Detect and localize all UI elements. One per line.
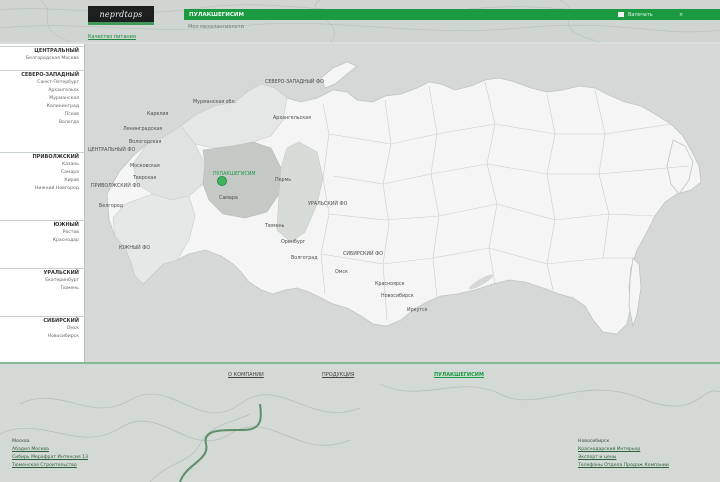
printer-icon — [618, 12, 624, 17]
page-subtitle: Мол мехалангиолоти — [188, 24, 244, 30]
nav-group-siberia: СИБИРСКИЙ Омск Новосибирск — [0, 316, 84, 341]
nav-item[interactable]: Омск — [0, 325, 84, 333]
tab-products[interactable]: ПРОДУКЦИЯ — [322, 372, 354, 378]
page-title-bar: ПУЛАКШЕГИСИМ Вапечать × — [184, 9, 720, 20]
nav-item[interactable]: Нижний Новгород — [0, 185, 84, 193]
footer-link[interactable]: Абадил Москва — [12, 446, 172, 454]
print-button[interactable]: Вапечать — [618, 11, 653, 18]
map-label[interactable]: Вологодская — [129, 140, 161, 145]
page-footer: О КОМПАНИИ ПРОДУКЦИЯ ПУЛАКШЕГИСИМ Москва… — [0, 362, 720, 482]
caspian-sea-shape — [184, 254, 198, 278]
nav-item[interactable]: Белгородская Москва — [0, 55, 84, 63]
tab-about[interactable]: О КОМПАНИИ — [228, 372, 264, 378]
map-label[interactable]: СИБИРСКИЙ ФО — [343, 252, 383, 257]
nav-group-south: ЮЖНЫЙ Ростов Краснодар — [0, 220, 84, 245]
nav-item[interactable]: Санкт-Петербург — [0, 79, 84, 87]
tab-regions[interactable]: ПУЛАКШЕГИСИМ — [434, 372, 484, 378]
map-label[interactable]: Самара — [219, 196, 238, 201]
map-label[interactable]: Пермь — [275, 178, 291, 183]
footer-link[interactable]: Тюменская Строительство — [12, 462, 172, 470]
nav-group-title[interactable]: СИБИРСКИЙ — [0, 316, 84, 325]
map-label[interactable]: Мурманская обл. — [193, 100, 236, 105]
logo-caption-link[interactable]: Качество питания — [88, 34, 136, 40]
map-label[interactable]: Омск — [335, 270, 348, 275]
nav-item[interactable]: Архангельск — [0, 87, 84, 95]
footer-link[interactable]: Телефоны Отдела Продаж Компании — [578, 462, 718, 470]
map-label[interactable]: Московская — [130, 164, 160, 169]
footer-link[interactable]: Экспорт и цены — [578, 454, 718, 462]
location-marker-icon[interactable] — [217, 176, 227, 186]
map-label[interactable]: УРАЛЬСКИЙ ФО — [308, 202, 347, 207]
footer-line: Новосибирск — [578, 439, 610, 444]
nav-group-volga: ПРИВОЛЖСКИЙ Казань Самара Киров Нижний Н… — [0, 152, 84, 193]
page-title: ПУЛАКШЕГИСИМ — [189, 11, 244, 18]
nav-item[interactable]: Казань — [0, 161, 84, 169]
nav-group-title[interactable]: ЮЖНЫЙ — [0, 220, 84, 229]
footer-contacts-left: Москва Абадил Москва Сибирь Мерафрат Инт… — [12, 438, 172, 470]
map-label[interactable]: Тверская — [133, 176, 156, 181]
footer-contacts-right: Новосибирск Краснодарский Интерьер Экспо… — [578, 438, 718, 470]
footer-link[interactable]: Краснодарский Интерьер — [578, 446, 718, 454]
map-label[interactable]: СЕВЕРО-ЗАПАДНЫЙ ФО — [265, 80, 324, 85]
map-label[interactable]: Белгород — [99, 204, 123, 209]
map-label[interactable]: ПРИВОЛЖСКИЙ ФО — [91, 184, 140, 189]
nav-item[interactable]: Калининград — [0, 103, 84, 111]
nav-group-northwest: СЕВЕРО-ЗАПАДНЫЙ Санкт-Петербург Архангел… — [0, 70, 84, 127]
map-label[interactable]: Тюмень — [265, 224, 285, 229]
close-icon[interactable]: × — [679, 11, 683, 18]
map-label[interactable]: Архангельская — [273, 116, 311, 121]
map-label[interactable]: Красноярск — [375, 282, 405, 287]
nav-group-ural: УРАЛЬСКИЙ Екатеринбург Тюмень — [0, 268, 84, 293]
map-canvas — [106, 61, 702, 335]
south-district-region[interactable] — [112, 193, 196, 285]
nav-item[interactable]: Тюмень — [0, 285, 84, 293]
novaya-zemlya-landmass[interactable] — [320, 61, 358, 89]
nav-item[interactable]: Вологда — [0, 119, 84, 127]
nav-group-title[interactable]: ЦЕНТРАЛЬНЫЙ — [0, 46, 84, 55]
nav-item[interactable]: Самара — [0, 169, 84, 177]
nav-group-central: ЦЕНТРАЛЬНЫЙ Белгородская Москва — [0, 46, 84, 63]
map-label[interactable]: ЮЖНЫЙ ФО — [119, 246, 150, 251]
russia-region-map: СЕВЕРО-ЗАПАДНЫЙ ФО Мурманская обл. Карел… — [85, 44, 720, 362]
map-label[interactable]: Карелия — [147, 112, 168, 117]
map-label[interactable]: ЦЕНТРАЛЬНЫЙ ФО — [88, 148, 135, 153]
company-logo[interactable]: neprdtaps — [88, 6, 154, 25]
map-label[interactable]: Ленинградская — [123, 127, 162, 132]
nav-group-title[interactable]: ПРИВОЛЖСКИЙ — [0, 152, 84, 161]
map-label[interactable]: Иркутск — [407, 308, 428, 313]
page-header: neprdtaps Качество питания ПУЛАКШЕГИСИМ … — [0, 0, 720, 42]
map-label[interactable]: Оренбург — [281, 240, 305, 245]
nav-item[interactable]: Киров — [0, 177, 84, 185]
footer-link[interactable]: Сибирь Мерафрат Интенсия 13 — [12, 454, 172, 462]
nav-item[interactable]: Мурманская — [0, 95, 84, 103]
nav-item[interactable]: Екатеринбург — [0, 277, 84, 285]
nav-item[interactable]: Псков — [0, 111, 84, 119]
footer-line: Москва — [12, 439, 30, 444]
nav-item[interactable]: Новосибирск — [0, 333, 84, 341]
nav-group-title[interactable]: СЕВЕРО-ЗАПАДНЫЙ — [0, 70, 84, 79]
nav-item[interactable]: Краснодар — [0, 237, 84, 245]
nav-group-title[interactable]: УРАЛЬСКИЙ — [0, 268, 84, 277]
print-label: Вапечать — [628, 11, 653, 18]
map-label[interactable]: Волгоград — [291, 256, 318, 261]
nav-item[interactable]: Ростов — [0, 229, 84, 237]
region-sidebar: ЦЕНТРАЛЬНЫЙ Белгородская Москва СЕВЕРО-З… — [0, 44, 85, 362]
map-label[interactable]: Новосибирск — [381, 294, 414, 299]
